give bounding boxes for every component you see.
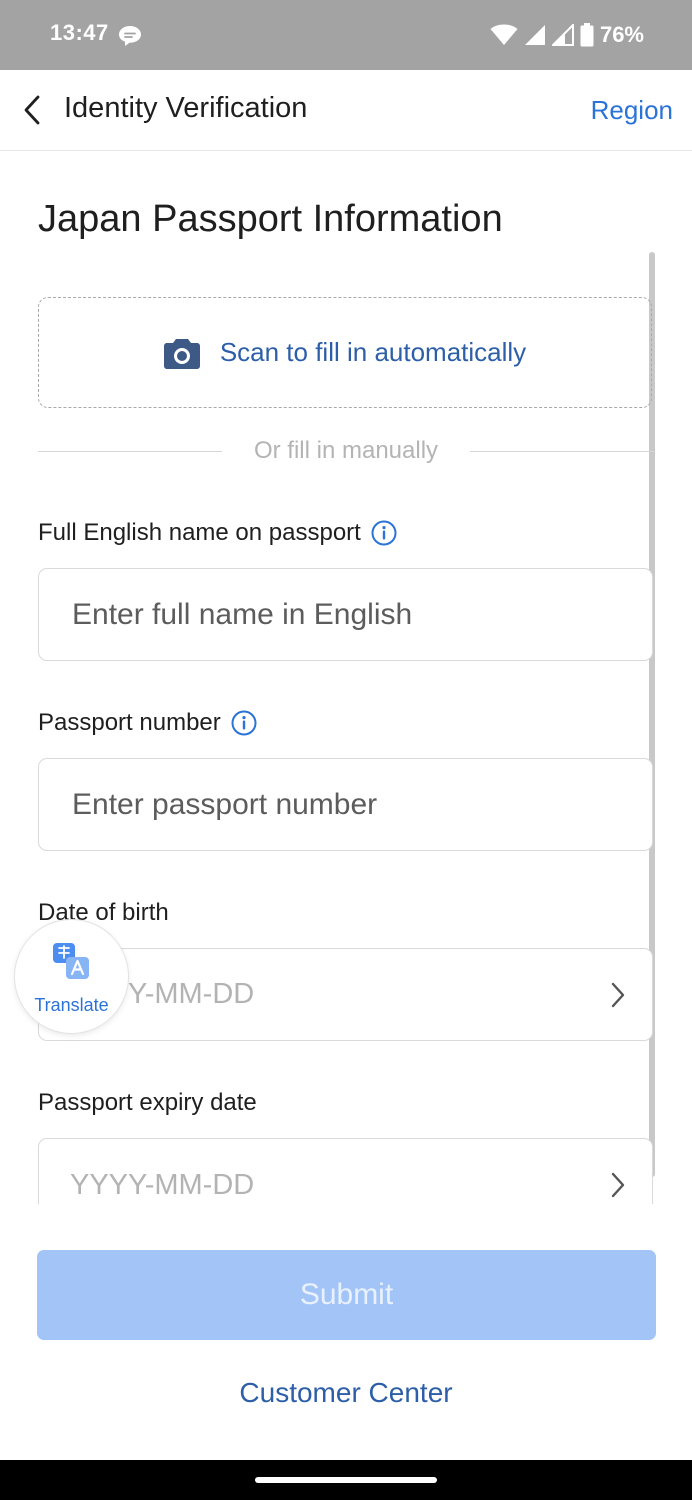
full-name-input[interactable] — [70, 596, 634, 633]
customer-center-link[interactable]: Customer Center — [0, 1377, 692, 1409]
signal-icon — [524, 25, 545, 45]
page-title: Japan Passport Information — [38, 198, 503, 240]
back-chevron-icon[interactable] — [20, 92, 44, 128]
camera-icon — [163, 338, 200, 369]
battery-icon — [580, 23, 594, 47]
status-indicators: 76% — [490, 20, 644, 50]
passport-number-label: Passport number — [38, 709, 257, 737]
status-bar: 13:47 76% — [0, 0, 692, 70]
home-gesture-handle[interactable] — [255, 1477, 437, 1483]
info-icon[interactable] — [371, 520, 397, 546]
scan-to-fill-button[interactable]: Scan to fill in automatically — [38, 297, 652, 408]
passport-number-field[interactable] — [38, 758, 653, 851]
passport-expiry-label: Passport expiry date — [38, 1089, 257, 1117]
passport-expiry-label-text: Passport expiry date — [38, 1089, 257, 1116]
system-nav-bar — [0, 1460, 692, 1500]
scan-label: Scan to fill in automatically — [219, 337, 527, 367]
full-name-label: Full English name on passport — [38, 519, 397, 547]
full-name-label-text: Full English name on passport — [38, 519, 361, 546]
translate-icon — [53, 943, 89, 979]
passport-number-input[interactable] — [70, 786, 634, 823]
translate-button[interactable]: Translate — [14, 919, 129, 1034]
region-link[interactable]: Region — [591, 95, 673, 126]
passport-number-label-text: Passport number — [38, 709, 221, 736]
chevron-right-icon — [611, 1172, 625, 1198]
identity-verification-screen: 13:47 76% Identity Verification Region J… — [0, 0, 692, 1500]
full-name-field[interactable] — [38, 568, 653, 661]
battery-percent: 76% — [599, 22, 644, 47]
chat-bubble-icon — [119, 26, 141, 46]
info-icon[interactable] — [231, 710, 257, 736]
signal-icon — [551, 24, 574, 46]
passport-expiry-picker[interactable]: YYYY-MM-DD — [38, 1138, 653, 1204]
header-title: Identity Verification — [64, 92, 308, 124]
submit-button[interactable]: Submit — [37, 1250, 656, 1340]
status-time: 13:47 — [50, 20, 109, 45]
passport-expiry-placeholder: YYYY-MM-DD — [70, 1169, 255, 1201]
chevron-right-icon — [611, 982, 625, 1008]
date-of-birth-picker[interactable]: YYYY-MM-DD — [38, 948, 653, 1041]
divider-line-right — [470, 451, 654, 452]
or-divider: Or fill in manually — [38, 436, 654, 468]
app-header: Identity Verification Region — [0, 70, 692, 151]
wifi-icon — [490, 24, 518, 45]
translate-label: Translate — [34, 995, 109, 1015]
